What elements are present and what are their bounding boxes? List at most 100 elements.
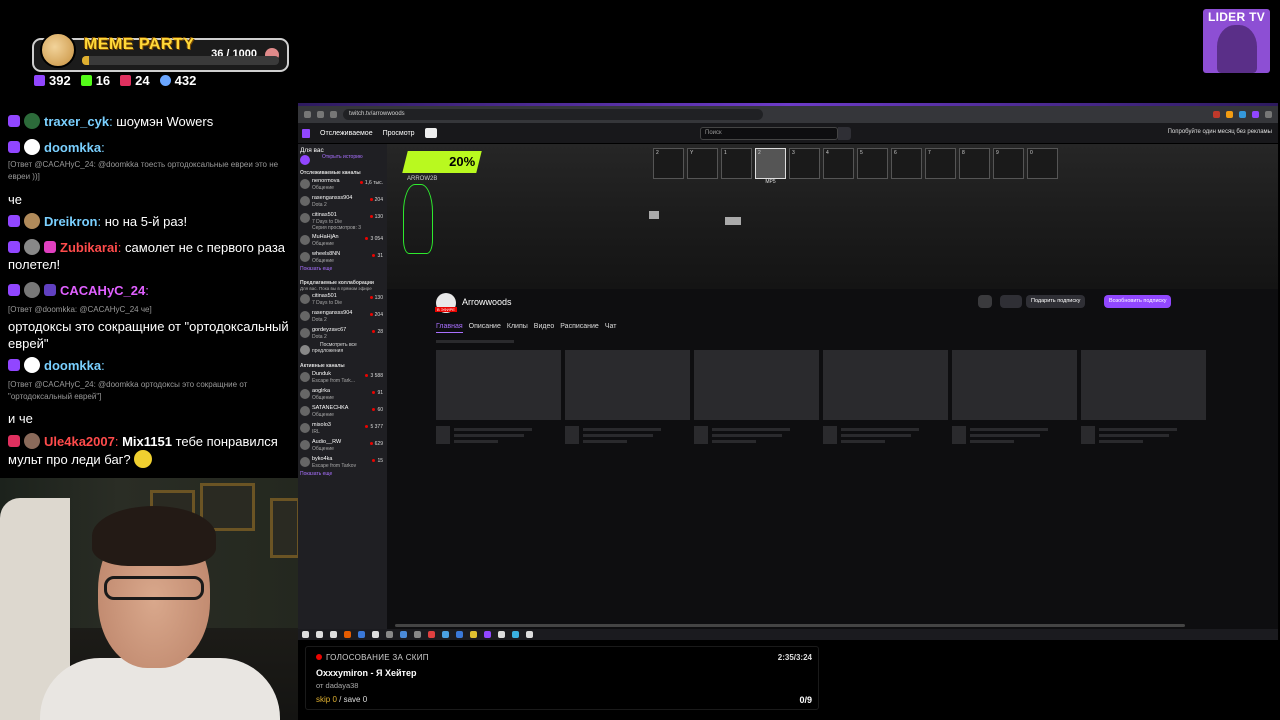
stat-value: 16 <box>95 73 111 88</box>
avatar <box>300 213 310 223</box>
menu-icon[interactable] <box>1265 111 1272 118</box>
video-thumbnail-placeholder[interactable] <box>436 350 561 420</box>
avatar <box>300 179 310 189</box>
video-thumbnail-placeholder[interactable] <box>694 350 819 420</box>
history-link[interactable]: Открыть историю <box>298 154 387 166</box>
extension-icon[interactable] <box>1226 111 1233 118</box>
avatar <box>300 440 310 450</box>
stream-player[interactable]: 20% ARROW2B 2 Y 1 2 MP5 3 4 5 6 7 8 9 0 <box>387 144 1278 289</box>
sidebar-channel[interactable]: SATANECHKA Общение 60 <box>298 403 387 420</box>
chat-text: и че <box>8 411 33 426</box>
sidebar-channel[interactable]: MuHaHjAn Общение 3 054 <box>298 232 387 249</box>
video-text-placeholder <box>712 434 782 437</box>
chat-username: traxer_cyk <box>44 114 110 129</box>
forward-icon[interactable] <box>317 111 324 118</box>
viewer-count: 629 <box>370 441 383 447</box>
lider-tv-logo: LIDER TV <box>1203 9 1270 73</box>
taskbar-app-icon[interactable] <box>456 631 463 638</box>
tab-chat[interactable]: Чат <box>605 323 617 333</box>
taskbar-app-icon[interactable] <box>372 631 379 638</box>
tab-home[interactable]: Главная <box>436 323 463 333</box>
tab-clips[interactable]: Клипы <box>507 323 528 333</box>
gift-sub-button[interactable]: Подарить подписку <box>1026 295 1086 308</box>
taskbar-app-icon[interactable] <box>442 631 449 638</box>
taskbar-app-icon[interactable] <box>484 631 491 638</box>
video-text-placeholder <box>970 440 1014 443</box>
follow-heart-button[interactable] <box>978 295 992 308</box>
nav-browse[interactable]: Просмотр <box>383 130 415 137</box>
sidebar-channel[interactable]: nenormova Общение 1,6 тыс. <box>298 176 387 193</box>
notifications-button[interactable] <box>1000 295 1022 308</box>
avatar <box>24 433 40 449</box>
wall-picture <box>270 498 298 558</box>
horizontal-scrollbar[interactable] <box>395 624 1185 627</box>
taskbar-app-icon[interactable] <box>316 631 323 638</box>
taskbar-app-icon[interactable] <box>330 631 337 638</box>
sidebar-channel[interactable]: wheels8NN Общение 31 <box>298 249 387 266</box>
all-suggestions-link[interactable]: Посмотреть все предложения <box>298 342 387 359</box>
resubscribe-button[interactable]: Возобновить подписку <box>1104 295 1172 308</box>
chat-text: шоумэн Wowers <box>116 114 214 129</box>
channel-name[interactable]: Arrowwoods <box>462 297 512 307</box>
tab-about[interactable]: Описание <box>469 323 501 333</box>
prime-icon[interactable] <box>424 128 437 138</box>
taskbar-app-icon[interactable] <box>526 631 533 638</box>
ad-free-promo[interactable]: Попробуйте один месяц без рекламы <box>1168 129 1272 135</box>
sidebar-channel[interactable]: byko4ka Escape from Tarkov 15 <box>298 454 387 471</box>
taskbar-app-icon[interactable] <box>344 631 351 638</box>
tab-schedule[interactable]: Расписание <box>560 323 599 333</box>
taskbar-app-icon[interactable] <box>414 631 421 638</box>
taskbar-app-icon[interactable] <box>400 631 407 638</box>
avatar <box>300 423 310 433</box>
record-dot-icon <box>316 654 322 660</box>
sidebar-channel[interactable]: aoglrka Общение 91 <box>298 386 387 403</box>
taskbar-app-icon[interactable] <box>386 631 393 638</box>
video-thumbnail-placeholder[interactable] <box>952 350 1077 420</box>
video-thumbnail-placeholder[interactable] <box>565 350 690 420</box>
heart-badge-icon <box>44 241 56 253</box>
taskbar-app-icon[interactable] <box>428 631 435 638</box>
avatar <box>300 311 310 321</box>
video-text-placeholder <box>970 434 1040 437</box>
back-icon[interactable] <box>304 111 311 118</box>
extension-icon[interactable] <box>1239 111 1246 118</box>
tab-videos[interactable]: Видео <box>534 323 554 333</box>
taskbar-app-icon[interactable] <box>498 631 505 638</box>
taskbar-app-icon[interactable] <box>358 631 365 638</box>
taskbar-app-icon[interactable] <box>512 631 519 638</box>
chat-message: Ule4ka2007: Mix1151 тебе понравился муль… <box>8 433 278 468</box>
chat-username: doomkka <box>44 140 102 155</box>
sidebar-channel[interactable]: Audio__RW Общение 629 <box>298 437 387 454</box>
nav-following[interactable]: Отслеживаемое <box>320 130 373 137</box>
viewer-count: 3 588 <box>365 373 383 379</box>
sidebar-channel[interactable]: rasengansss904 Dota 2 204 <box>298 308 387 325</box>
extension-icon[interactable] <box>1213 111 1220 118</box>
video-thumbnail-placeholder[interactable] <box>823 350 948 420</box>
reload-icon[interactable] <box>330 111 337 118</box>
video-text-placeholder <box>712 428 790 431</box>
video-text-placeholder <box>1099 428 1177 431</box>
show-more-link[interactable]: Показать еще <box>298 266 387 272</box>
doge-icon <box>40 32 76 68</box>
sidebar-channel[interactable]: misolo3 IRL 5 377 <box>298 420 387 437</box>
avatar <box>24 139 40 155</box>
search-input[interactable]: Поиск <box>700 127 838 140</box>
extension-icon[interactable] <box>1252 111 1259 118</box>
twitch-logo-icon[interactable] <box>302 128 310 138</box>
sidebar-channel[interactable]: gordeyzavc67 Dota 2 28 <box>298 325 387 342</box>
show-more-link[interactable]: Показать еще <box>298 471 387 477</box>
url-input[interactable]: twitch.tv/arrowwoods <box>343 109 763 120</box>
sidebar-channel[interactable]: Dunduk Escape from Tark... 3 588 <box>298 369 387 386</box>
taskbar-app-icon[interactable] <box>470 631 477 638</box>
avatar <box>24 113 40 129</box>
sidebar-channel[interactable]: rasengansss904 Dota 2 204 <box>298 193 387 210</box>
sidebar-channel[interactable]: citinas501 7 Days to Die 130 <box>298 291 387 308</box>
sidebar-channel[interactable]: citinas501 7 Days to Die Серия просмотров:… <box>298 210 387 232</box>
chat-message: Zubikarai: самолет не с первого раза пол… <box>8 239 286 272</box>
taskbar-app-icon[interactable] <box>302 631 309 638</box>
video-text-placeholder <box>583 428 661 431</box>
kick-icon <box>80 75 92 86</box>
video-thumbnail-placeholder[interactable] <box>1081 350 1206 420</box>
slot-key: 6 <box>894 150 897 156</box>
search-button[interactable] <box>838 127 851 140</box>
